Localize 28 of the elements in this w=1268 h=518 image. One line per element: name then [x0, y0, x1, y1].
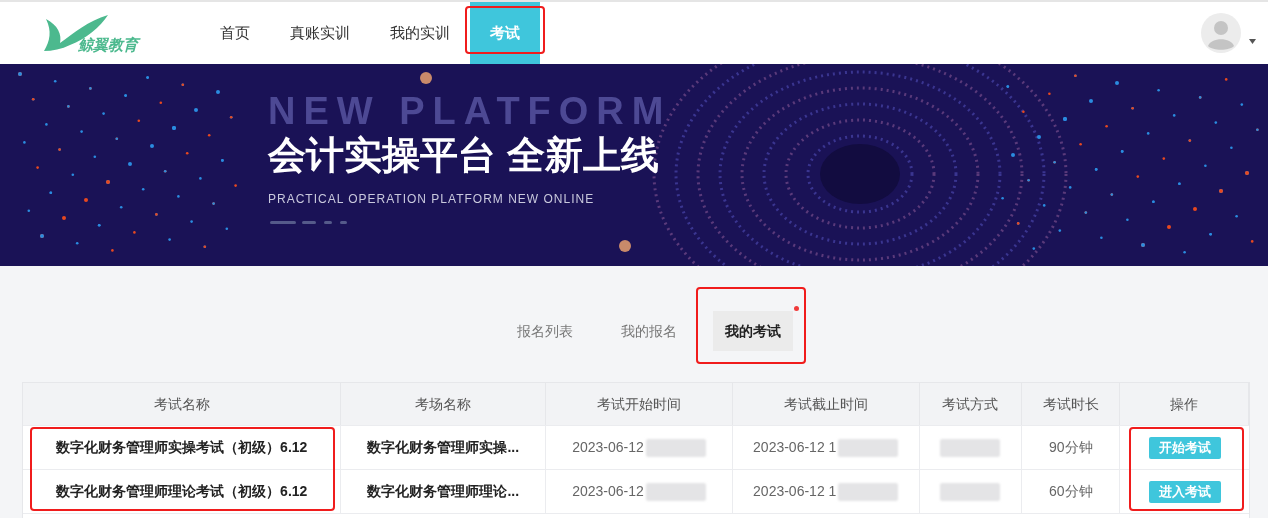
table-cell-text: 60分钟	[1049, 482, 1093, 501]
column-header: 考试开始时间	[546, 383, 733, 425]
banner-watermark-text: NEW PLATFORM	[268, 92, 672, 130]
column-header: 考试时长	[1022, 383, 1121, 425]
table-cell-text: 2023-06-12	[572, 438, 644, 457]
column-header: 考场名称	[341, 383, 547, 425]
banner-headline: 会计实操平台 全新上线	[268, 136, 660, 174]
table-cell-text: 2023-06-12 1	[753, 438, 837, 457]
table-cell-text: 数字化财务管理师理论考试（初级）6.12	[56, 482, 308, 501]
table-cell-text: 数字化财务管理师理论...	[367, 482, 520, 501]
column-header: 考试方式	[919, 383, 1023, 425]
table-cell-text: 90分钟	[1049, 438, 1093, 457]
nav-tab[interactable]: 真账实训	[270, 2, 370, 64]
column-header: 考试名称	[23, 383, 342, 425]
nav-tab[interactable]: 我的实训	[370, 2, 470, 64]
table-cell-text: 数字化财务管理师实操...	[367, 438, 520, 457]
column-header: 考试截止时间	[732, 383, 920, 425]
table-cell-text: 2023-06-12	[572, 482, 644, 501]
column-header: 操作	[1120, 383, 1250, 425]
table-cell-text: 数字化财务管理师实操考试（初级）6.12	[56, 438, 308, 457]
table-cell-text: 2023-06-12 1	[753, 482, 837, 501]
banner-subtitle: PRACTICAL OPERATION PLATFORM NEW ONLINE	[268, 191, 596, 208]
sub-tab[interactable]: 报名列表	[505, 311, 585, 351]
caret-icon[interactable]	[1249, 38, 1256, 44]
sub-tab[interactable]: 我的报名	[609, 311, 689, 351]
avatar-icon	[1201, 13, 1241, 53]
nav-tab[interactable]: 首页	[200, 2, 270, 64]
sub-tab[interactable]: 我的考试	[713, 311, 793, 351]
